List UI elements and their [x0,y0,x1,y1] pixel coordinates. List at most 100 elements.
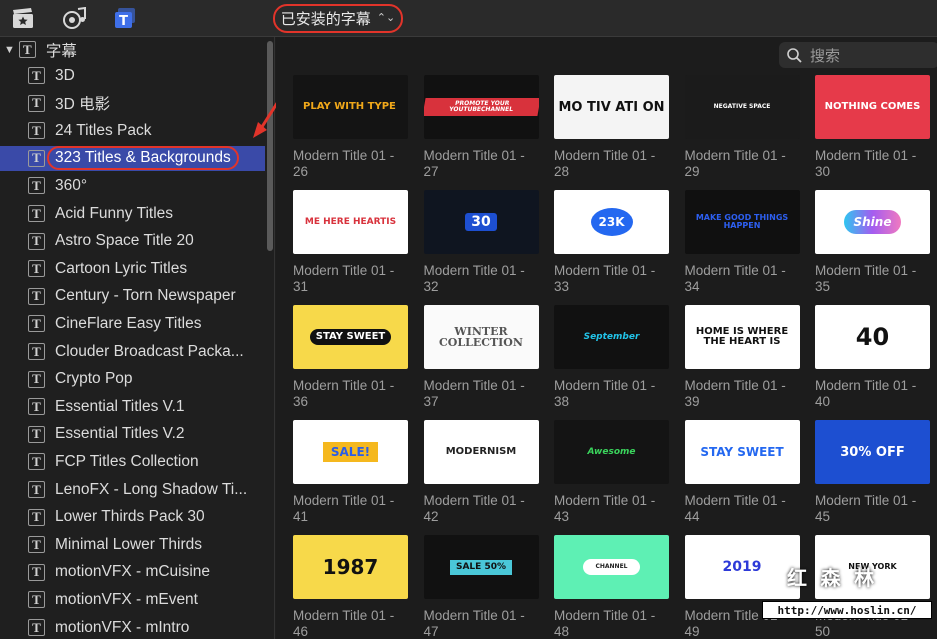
sidebar-item-label: 3D [55,66,75,84]
title-thumbnail: September [554,305,669,369]
title-tile[interactable]: ME HERE HEARTIS Modern Title 01 - 31 [293,190,408,295]
thumbnail-art-text: MO TIV ATI ON [558,99,665,115]
sidebar-scrollbar[interactable] [267,41,273,251]
title-caption: Modern Title 01 - 34 [684,263,786,294]
title-tile[interactable]: Shine Modern Title 01 - 35 [815,190,930,295]
sidebar-item[interactable]: T Acid Funny Titles [0,201,265,226]
sidebar-item-label: 字幕 [45,42,77,60]
title-tile[interactable]: MAKE GOOD THINGS HAPPEN Modern Title 01 -… [684,190,800,295]
title-caption: Modern Title 01 - 42 [423,493,525,524]
sidebar-item-label: Lower Thirds Pack 30 [55,508,205,526]
title-caption: Modern Title 01 - 45 [815,493,917,524]
title-tile[interactable]: STAY SWEET Modern Title 01 - 44 [684,420,800,525]
title-thumbnail: SALE! [293,420,408,484]
sidebar-item[interactable]: T Minimal Lower Thirds [0,532,265,557]
title-tile[interactable]: HOME IS WHERE THE HEART IS Modern Title 0… [684,305,800,410]
title-tile[interactable]: 1987 Modern Title 01 - 46 [293,535,408,639]
sidebar-item[interactable]: T 360° [0,173,265,198]
title-tile[interactable]: 40 Modern Title 01 - 40 [815,305,930,410]
thumbnail-art-text: HOME IS WHERE THE HEART IS [695,326,789,347]
sidebar-item[interactable]: T Clouder Broadcast Packa... [0,339,265,364]
sidebar-item[interactable]: T Essential Titles V.1 [0,394,265,419]
title-tile[interactable]: STAY SWEET Modern Title 01 - 36 [293,305,408,410]
sidebar-item[interactable]: T Cartoon Lyric Titles [0,256,265,281]
sidebar-item[interactable]: T 3D 电影 [0,91,265,116]
title-icon: T [28,453,45,471]
title-tile[interactable]: PLAY WITH TYPE Modern Title 01 - 26 [293,75,408,180]
clapper-star-icon[interactable] [10,6,36,30]
title-caption: Modern Title 01 - 48 [554,608,656,639]
library-filter-dropdown[interactable]: 已安装的字幕 ⌃⌄ [273,4,403,33]
title-caption: Modern Title 01 - 32 [423,263,525,294]
sidebar-item-label: Crypto Pop [55,370,133,388]
sidebar-item[interactable]: T 3D [0,63,265,88]
title-caption: Modern Title 01 - 30 [815,148,917,179]
title-icon: T [28,481,45,498]
title-thumbnail: STAY SWEET [684,420,800,484]
title-icon: T [28,94,45,112]
title-tile[interactable]: 30% OFF Modern Title 01 - 45 [815,420,930,525]
title-tile[interactable]: Awesome Modern Title 01 - 43 [554,420,669,525]
title-icon: T [28,591,45,609]
title-thumbnail: HOME IS WHERE THE HEART IS [684,305,800,369]
title-tile[interactable]: PROMOTE YOUR YOUTUBECHANNEL Modern Title … [423,75,539,180]
sidebar-item[interactable]: T LenoFX - Long Shadow Ti... [0,477,265,502]
sidebar-item[interactable]: T Crypto Pop [0,367,265,392]
title-caption: Modern Title 01 - 36 [293,378,395,409]
title-tile[interactable]: WINTER COLLECTION Modern Title 01 - 37 [423,305,539,410]
up-down-chevron-icon: ⌃⌄ [376,12,396,24]
sidebar-item[interactable]: T Century - Torn Newspaper [0,284,265,309]
search-field[interactable]: 搜索 [779,42,937,68]
title-icon: T [28,343,45,360]
title-tile[interactable]: NEGATIVE SPACE Modern Title 01 - 29 [684,75,800,180]
title-tile[interactable]: September Modern Title 01 - 38 [554,305,669,410]
title-tile[interactable]: MODERNISM Modern Title 01 - 42 [423,420,539,525]
svg-text:T: T [119,14,128,29]
title-thumbnail: CHANNEL [554,535,669,599]
title-thumbnail: Shine [815,190,930,254]
sidebar-item-label: CineFlare Easy Titles [55,314,202,332]
title-icon: T [28,67,45,84]
title-thumbnail: PROMOTE YOUR YOUTUBECHANNEL [423,75,539,139]
photos-music-icon[interactable] [62,6,88,30]
title-caption: Modern Title 01 - 46 [293,608,395,639]
sidebar-item[interactable]: TmotionVFX - mIntro [0,615,265,639]
thumbnail-art-text: STAY SWEET [700,445,784,459]
title-tile[interactable]: 23K Modern Title 01 - 33 [554,190,669,295]
title-thumbnail: PLAY WITH TYPE [293,75,408,139]
sidebar-item[interactable]: TmotionVFX - mEvent [0,587,265,612]
title-caption: Modern Title 01 - 44 [684,493,786,524]
sidebar-item[interactable]: T 24 Titles Pack [0,118,265,143]
title-tile[interactable]: SALE! Modern Title 01 - 41 [293,420,408,525]
disclosure-triangle-icon[interactable]: ▼ [4,44,15,56]
sidebar-item[interactable]: TmotionVFX - mCuisine [0,560,265,585]
title-thumbnail: 23K [554,190,669,254]
titles-generators-icon[interactable]: T [112,6,138,30]
title-icon: T [28,536,45,554]
sidebar-item-label: Astro Space Title 20 [55,232,194,250]
title-caption: Modern Title 01 - 40 [815,378,917,409]
title-tile[interactable]: MO TIV ATI ON Modern Title 01 - 28 [554,75,669,180]
sidebar-root-titles[interactable]: ▼ T 字幕 [4,37,269,62]
title-caption: Modern Title 01 - 28 [554,148,656,179]
title-icon: T [28,260,45,278]
sidebar-item[interactable]: T Astro Space Title 20 [0,229,265,254]
title-tile[interactable]: NOTHING COMES Modern Title 01 - 30 [815,75,930,180]
title-icon: T [28,205,45,222]
sidebar-item[interactable]: T 323 Titles & Backgrounds [0,145,265,171]
sidebar-item[interactable]: T CineFlare Easy Titles [0,311,265,336]
sidebar-item[interactable]: T Essential Titles V.2 [0,422,265,447]
thumbnail-art-text: MAKE GOOD THINGS HAPPEN [695,213,789,230]
sidebar-item[interactable]: T Lower Thirds Pack 30 [0,505,265,530]
title-icon: T [28,315,45,333]
title-tile[interactable]: CHANNEL Modern Title 01 - 48 [554,535,669,639]
title-caption: Modern Title 01 - 29 [684,148,786,179]
title-icon: T [28,287,45,305]
title-caption: Modern Title 01 - 31 [293,263,395,294]
title-caption: Modern Title 01 - 39 [684,378,786,409]
title-tile[interactable]: 30 Modern Title 01 - 32 [423,190,539,295]
thumbnail-art-text: ME HERE HEARTIS [304,216,397,227]
title-thumbnail: 1987 [293,535,408,599]
sidebar-item[interactable]: T FCP Titles Collection [0,449,265,474]
title-tile[interactable]: SALE 50% Modern Title 01 - 47 [423,535,539,639]
